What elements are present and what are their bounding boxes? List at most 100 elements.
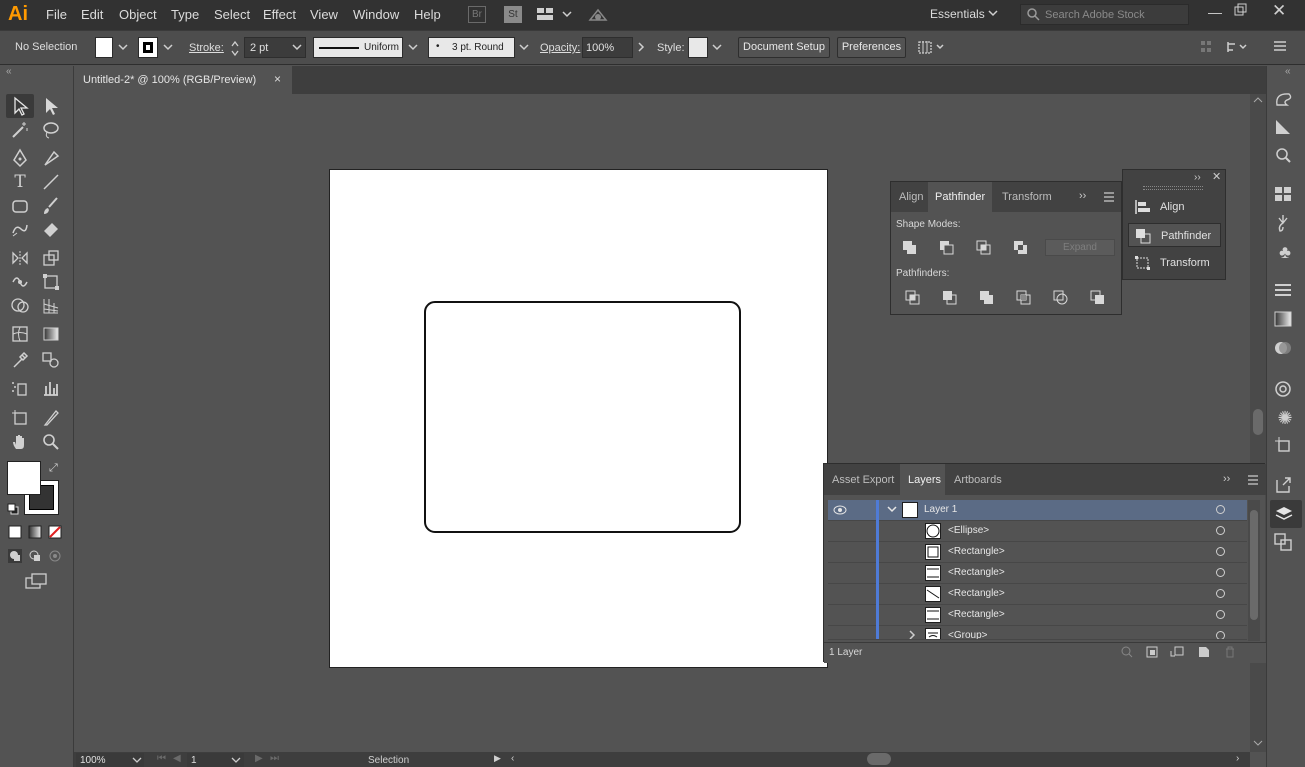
isolation-mode-icon[interactable]: [917, 39, 947, 55]
collapse-panel-icon[interactable]: «: [6, 66, 12, 77]
tab-align[interactable]: Align: [899, 191, 923, 203]
eraser-tool-icon[interactable]: [41, 220, 61, 240]
line-segment-tool-icon[interactable]: [41, 172, 61, 192]
appearance-icon[interactable]: [1274, 380, 1296, 400]
curvature-tool-icon[interactable]: [41, 148, 61, 168]
close-tab-icon[interactable]: ×: [274, 72, 281, 86]
selection-tool-icon[interactable]: [10, 96, 30, 116]
menu-view[interactable]: View: [310, 7, 338, 22]
pathfinder-dock-icon[interactable]: [1274, 533, 1296, 553]
cc-libraries-icon[interactable]: [1274, 146, 1296, 166]
scroll-right-icon[interactable]: ›: [1236, 753, 1239, 764]
artboard-tool-icon[interactable]: [10, 408, 30, 428]
expand-button[interactable]: Expand: [1045, 239, 1115, 256]
tab-transform[interactable]: Transform: [1002, 191, 1052, 203]
rounded-rectangle-tool-icon[interactable]: [10, 196, 30, 216]
lasso-tool-icon[interactable]: [41, 120, 61, 140]
target-circle-icon[interactable]: [1216, 547, 1225, 556]
scroll-up-icon[interactable]: [1253, 96, 1263, 104]
target-circle-icon[interactable]: [1216, 610, 1225, 619]
symbol-sprayer-tool-icon[interactable]: [10, 378, 30, 398]
crop-icon[interactable]: [1016, 290, 1031, 305]
gradient-mode-icon[interactable]: [28, 525, 42, 539]
layer-name[interactable]: <Group>: [948, 630, 987, 639]
scale-tool-icon[interactable]: [41, 248, 61, 268]
default-colors-icon[interactable]: [7, 503, 19, 515]
panel-overflow-icon[interactable]: ››: [1223, 473, 1230, 485]
document-setup-button[interactable]: Document Setup: [738, 37, 830, 58]
type-tool-icon[interactable]: T: [10, 172, 30, 192]
color-icon[interactable]: [1274, 90, 1296, 110]
control-panel-menu-icon[interactable]: [1273, 40, 1287, 52]
menu-object[interactable]: Object: [119, 7, 157, 22]
paintbrush-tool-icon[interactable]: [41, 196, 61, 216]
swatches-icon[interactable]: [1274, 186, 1296, 206]
locate-object-icon[interactable]: [1121, 646, 1133, 658]
scroll-left-icon[interactable]: ‹: [511, 753, 514, 764]
divide-icon[interactable]: [905, 290, 920, 305]
last-artboard-icon[interactable]: ⏭: [270, 753, 279, 764]
expand-panels-icon[interactable]: ››: [1194, 172, 1201, 183]
column-graph-tool-icon[interactable]: [41, 378, 61, 398]
chevron-right-icon[interactable]: [637, 42, 645, 52]
layer-row[interactable]: <Rectangle>: [828, 584, 1247, 605]
rounded-rectangle-shape[interactable]: [424, 301, 741, 533]
intersect-icon[interactable]: [976, 240, 991, 255]
layer-name[interactable]: <Rectangle>: [948, 609, 1005, 620]
layer-name[interactable]: <Rectangle>: [948, 567, 1005, 578]
layer-name[interactable]: Layer 1: [924, 504, 957, 515]
status-menu-icon[interactable]: ▶: [494, 753, 501, 764]
layer-row[interactable]: <Rectangle>: [828, 605, 1247, 626]
layer-row[interactable]: <Ellipse>: [828, 521, 1247, 542]
mesh-tool-icon[interactable]: [10, 324, 30, 344]
previous-artboard-icon[interactable]: ◀: [173, 753, 181, 764]
layer-row[interactable]: <Group>: [828, 626, 1247, 640]
eyedropper-tool-icon[interactable]: [10, 350, 30, 370]
brush-definition[interactable]: • 3 pt. Round: [428, 37, 515, 58]
tab-pathfinder[interactable]: Pathfinder: [935, 191, 985, 203]
layer-row[interactable]: <Rectangle>: [828, 542, 1247, 563]
scroll-down-icon[interactable]: [1253, 739, 1263, 747]
panel-menu-icon[interactable]: [1103, 192, 1115, 202]
expand-dock-icon[interactable]: «: [1285, 66, 1291, 77]
target-circle-icon[interactable]: [1216, 631, 1225, 639]
artboard-number-field[interactable]: 1: [187, 753, 244, 767]
fill-swatch[interactable]: [95, 37, 113, 58]
minus-front-icon[interactable]: [939, 240, 954, 255]
align-options-icon[interactable]: [1200, 40, 1212, 54]
perspective-grid-tool-icon[interactable]: [41, 296, 61, 316]
draw-behind-icon[interactable]: [28, 549, 42, 563]
document-tab[interactable]: Untitled-2* @ 100% (RGB/Preview) ×: [74, 66, 292, 94]
zoom-field[interactable]: 100%: [76, 753, 144, 767]
flyout-item-pathfinder[interactable]: Pathfinder: [1128, 223, 1221, 247]
chevron-down-icon[interactable]: [988, 8, 998, 18]
minus-back-icon[interactable]: [1090, 290, 1104, 304]
trim-icon[interactable]: [942, 290, 957, 305]
flyout-item-transform[interactable]: Transform: [1128, 251, 1221, 275]
target-circle-icon[interactable]: [1216, 568, 1225, 577]
new-layer-icon[interactable]: [1198, 646, 1210, 658]
swap-colors-icon[interactable]: ⤢: [49, 462, 58, 475]
screen-mode-icon[interactable]: [25, 572, 49, 590]
stroke-label[interactable]: Stroke:: [189, 42, 224, 54]
none-mode-icon[interactable]: [48, 525, 62, 539]
profile-dropdown-icon[interactable]: [408, 44, 418, 52]
menu-select[interactable]: Select: [214, 7, 250, 22]
free-transform-tool-icon[interactable]: [41, 272, 61, 292]
style-dropdown-icon[interactable]: [712, 44, 722, 52]
stroke-stepper[interactable]: [230, 39, 240, 59]
stock-icon[interactable]: St: [504, 6, 522, 23]
menu-edit[interactable]: Edit: [81, 7, 103, 22]
merge-icon[interactable]: [979, 290, 993, 304]
horizontal-scroll-thumb[interactable]: [867, 753, 891, 765]
fill-dropdown-icon[interactable]: [118, 44, 128, 52]
brush-dropdown-icon[interactable]: [519, 44, 529, 52]
layer-name[interactable]: <Rectangle>: [948, 588, 1005, 599]
first-artboard-icon[interactable]: ⏮: [157, 753, 166, 764]
reflect-tool-icon[interactable]: [10, 248, 30, 268]
graphic-styles-icon[interactable]: ✺: [1274, 408, 1296, 428]
search-field[interactable]: Search Adobe Stock: [1020, 4, 1189, 25]
menu-help[interactable]: Help: [414, 7, 441, 22]
search-input[interactable]: Search Adobe Stock: [1045, 9, 1145, 21]
shape-builder-tool-icon[interactable]: [10, 296, 30, 316]
